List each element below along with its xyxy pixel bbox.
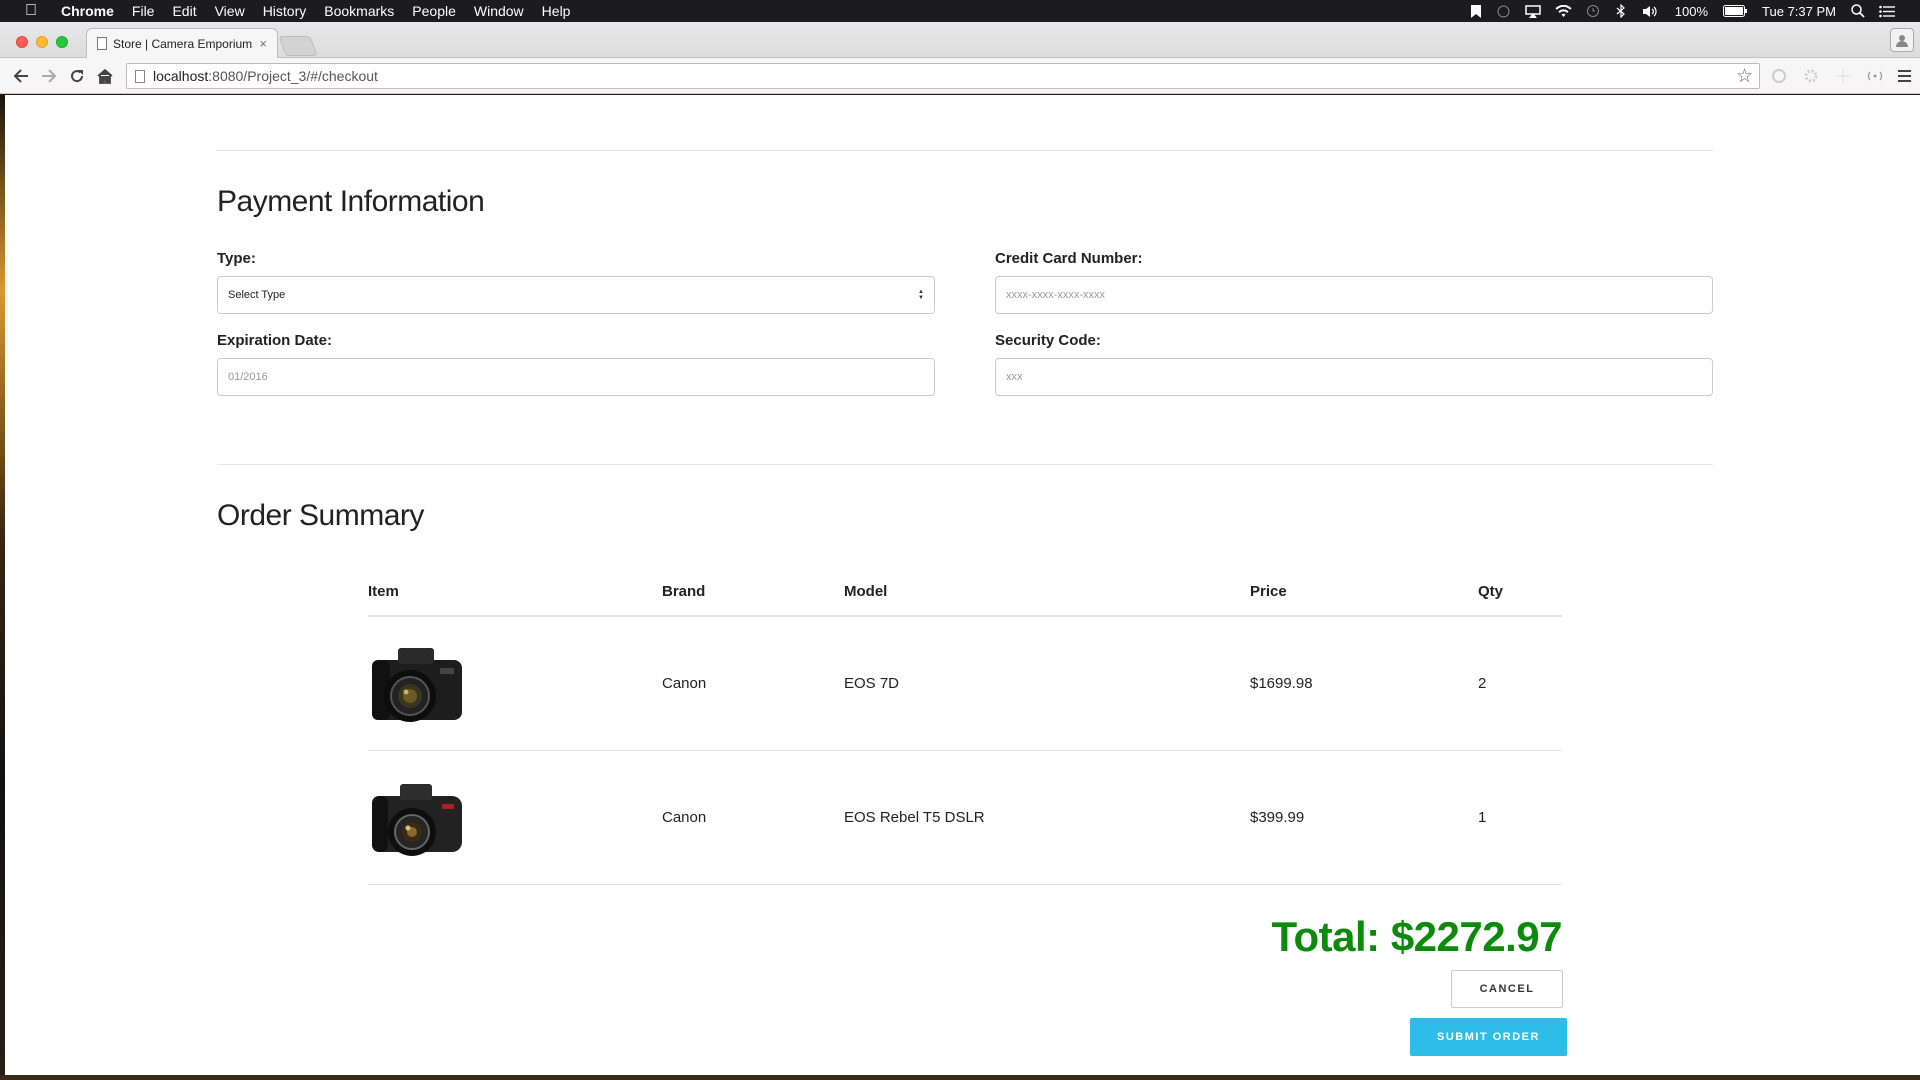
column-header-model: Model: [844, 567, 1250, 617]
window-minimize-button[interactable]: [36, 36, 48, 48]
window-zoom-button[interactable]: [56, 36, 68, 48]
time-machine-icon[interactable]: [1586, 4, 1600, 18]
card-number-label: Credit Card Number:: [995, 250, 1143, 267]
payment-heading: Payment Information: [217, 185, 485, 218]
order-total: Total: $2272.97: [1271, 913, 1562, 960]
menu-people[interactable]: People: [412, 3, 456, 19]
expiration-input[interactable]: [217, 358, 935, 396]
forward-arrow-icon[interactable]: [38, 65, 60, 87]
divider: [217, 150, 1713, 151]
clock[interactable]: Tue 7:37 PM: [1762, 4, 1836, 19]
expiration-label: Expiration Date:: [217, 332, 333, 349]
column-header-brand: Brand: [662, 567, 844, 617]
checkout-page: Payment Information Type: Select Type ▲ ▼…: [5, 95, 1920, 1075]
menu-window[interactable]: Window: [474, 3, 524, 19]
menu-bookmarks[interactable]: Bookmarks: [324, 3, 394, 19]
submit-order-button[interactable]: SUBMIT ORDER: [1410, 1018, 1567, 1056]
order-summary-heading: Order Summary: [217, 499, 424, 532]
column-header-price: Price: [1250, 567, 1478, 617]
extension-broadcast-icon[interactable]: [1866, 67, 1884, 85]
column-header-item: Item: [368, 567, 662, 617]
cancel-button[interactable]: CANCEL: [1451, 970, 1563, 1008]
bookmark-star-icon[interactable]: ☆: [1736, 65, 1753, 88]
profile-icon[interactable]: [1890, 28, 1914, 52]
battery-percent: 100%: [1674, 3, 1709, 19]
model-cell: EOS 7D: [844, 616, 1250, 751]
card-number-input[interactable]: [995, 276, 1713, 314]
column-header-qty: Qty: [1478, 567, 1562, 617]
menu-app-chrome[interactable]: Chrome: [61, 3, 114, 19]
extension-sync-icon[interactable]: [1770, 67, 1788, 85]
status-circle-icon[interactable]: [1497, 5, 1511, 18]
url-path: :8080/Project_3/#/checkout: [208, 68, 378, 84]
card-type-value: Select Type: [228, 289, 286, 301]
tab-title: Store | Camera Emporium: [113, 36, 253, 51]
tab-close-icon[interactable]: ×: [259, 36, 267, 51]
divider: [217, 464, 1713, 465]
apple-icon[interactable]: : [20, 2, 42, 20]
volume-icon[interactable]: [1642, 5, 1660, 18]
home-icon[interactable]: [94, 65, 116, 87]
item-cell: [368, 750, 662, 885]
chrome-tab-strip: Store | Camera Emporium ×: [0, 22, 1920, 58]
card-type-select[interactable]: Select Type ▲ ▼: [217, 276, 935, 314]
menu-file[interactable]: File: [132, 3, 155, 19]
back-arrow-icon[interactable]: [10, 65, 32, 87]
qty-cell: 2: [1478, 616, 1562, 751]
page-icon: [97, 37, 107, 50]
model-cell: EOS Rebel T5 DSLR: [844, 750, 1250, 885]
airplay-icon[interactable]: [1525, 4, 1541, 18]
window-close-button[interactable]: [16, 36, 28, 48]
new-tab-button[interactable]: [278, 36, 318, 56]
chrome-menu-icon[interactable]: [1894, 66, 1914, 86]
tab-camera-emporium[interactable]: Store | Camera Emporium ×: [86, 28, 278, 58]
table-header-row: Item Brand Model Price Qty: [368, 567, 1562, 617]
menu-help[interactable]: Help: [542, 3, 571, 19]
table-row: Canon EOS Rebel T5 DSLR $399.99 1: [368, 750, 1562, 885]
battery-icon[interactable]: [1723, 5, 1748, 17]
order-summary-table: Item Brand Model Price Qty Canon EOS 7D …: [368, 567, 1562, 885]
spotlight-search-icon[interactable]: [1851, 4, 1865, 18]
price-cell: $1699.98: [1250, 616, 1478, 751]
security-code-input[interactable]: [995, 358, 1713, 396]
menu-history[interactable]: History: [263, 3, 307, 19]
security-code-label: Security Code:: [995, 332, 1101, 349]
camera-product-image: [368, 638, 468, 728]
table-row: Canon EOS 7D $1699.98 2: [368, 616, 1562, 751]
bluetooth-icon[interactable]: [1614, 4, 1628, 18]
camera-product-image: [368, 772, 468, 862]
brand-cell: Canon: [662, 750, 844, 885]
qty-cell: 1: [1478, 750, 1562, 885]
reload-icon[interactable]: [66, 65, 88, 87]
wifi-icon[interactable]: [1555, 4, 1572, 18]
extension-sparkle-icon[interactable]: [1834, 67, 1852, 85]
macos-menu-bar:  Chrome File Edit View History Bookmark…: [0, 0, 1920, 22]
notification-center-icon[interactable]: [1879, 5, 1895, 18]
chrome-toolbar: localhost:8080/Project_3/#/checkout ☆: [0, 58, 1920, 94]
desktop-wallpaper-edge: [0, 1075, 1920, 1080]
menu-edit[interactable]: Edit: [172, 3, 196, 19]
select-arrows-icon: ▲ ▼: [918, 289, 924, 301]
price-cell: $399.99: [1250, 750, 1478, 885]
menu-view[interactable]: View: [215, 3, 245, 19]
brand-cell: Canon: [662, 616, 844, 751]
address-bar[interactable]: localhost:8080/Project_3/#/checkout ☆: [126, 63, 1760, 89]
page-icon: [135, 69, 145, 83]
extension-gear-icon[interactable]: [1802, 67, 1820, 85]
type-label: Type:: [217, 250, 256, 267]
url-host: localhost: [153, 68, 209, 84]
item-cell: [368, 616, 662, 751]
bookmark-icon[interactable]: [1469, 4, 1483, 18]
